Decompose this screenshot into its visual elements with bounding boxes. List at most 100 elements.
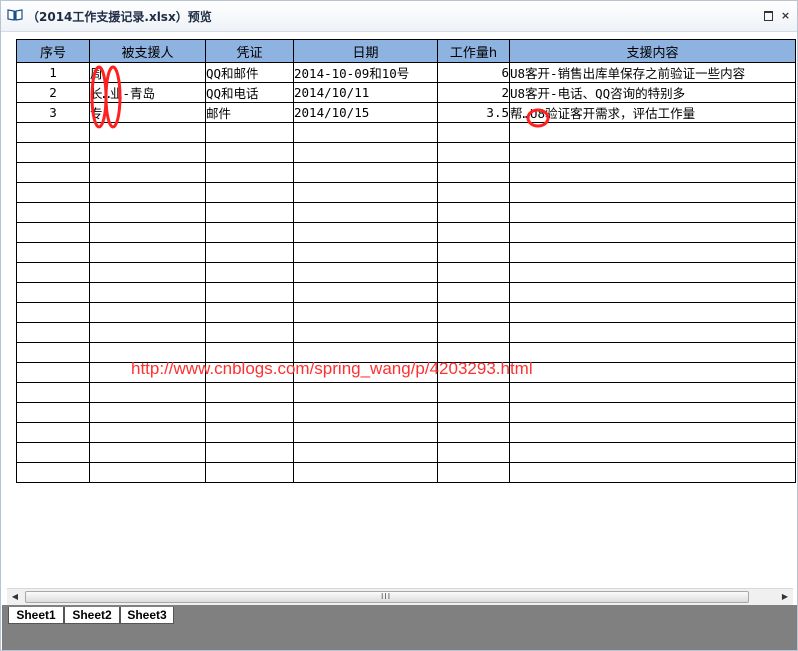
cell-index[interactable] (16, 282, 90, 303)
cell-content[interactable]: U8客开-电话、QQ咨询的特别多 (509, 82, 796, 103)
cell-person[interactable] (89, 142, 206, 163)
cell-date[interactable] (293, 302, 438, 323)
cell-date[interactable] (293, 142, 438, 163)
cell-index[interactable] (16, 322, 90, 343)
col-header-date[interactable]: 日期 (293, 39, 438, 63)
cell-content[interactable] (509, 382, 796, 403)
cell-index[interactable] (16, 182, 90, 203)
cell-date[interactable] (293, 442, 438, 463)
cell-person[interactable] (89, 382, 206, 403)
cell-content[interactable] (509, 182, 796, 203)
cell-person[interactable] (89, 322, 206, 343)
cell-date[interactable] (293, 382, 438, 403)
cell-date[interactable] (293, 122, 438, 143)
cell-date[interactable] (293, 402, 438, 423)
cell-content[interactable] (509, 462, 796, 483)
cell-date[interactable] (293, 322, 438, 343)
cell-content[interactable] (509, 162, 796, 183)
cell-evidence[interactable] (205, 182, 294, 203)
cell-date[interactable] (293, 222, 438, 243)
cell-evidence[interactable] (205, 462, 294, 483)
cell-hours[interactable] (437, 262, 510, 283)
cell-index[interactable] (16, 162, 90, 183)
cell-person[interactable] (89, 162, 206, 183)
cell-evidence[interactable]: QQ和电话 (205, 82, 294, 103)
cell-evidence[interactable]: 邮件 (205, 102, 294, 123)
cell-evidence[interactable] (205, 142, 294, 163)
cell-evidence[interactable] (205, 242, 294, 263)
cell-hours[interactable] (437, 442, 510, 463)
cell-hours[interactable]: 2 (437, 82, 510, 103)
cell-content[interactable] (509, 242, 796, 263)
col-header-person[interactable]: 被支援人 (89, 39, 206, 63)
cell-date[interactable] (293, 242, 438, 263)
cell-hours[interactable]: 3.5 (437, 102, 510, 123)
cell-person[interactable] (89, 422, 206, 443)
cell-content[interactable] (509, 302, 796, 323)
cell-date[interactable] (293, 422, 438, 443)
cell-person[interactable] (89, 242, 206, 263)
cell-hours[interactable] (437, 462, 510, 483)
cell-evidence[interactable] (205, 322, 294, 343)
sheet-area[interactable]: 序号 被支援人 凭证 日期 工作量h 支援内容 1 周 QQ和邮件 2014-1… (2, 32, 796, 588)
cell-evidence[interactable] (205, 422, 294, 443)
cell-content[interactable] (509, 262, 796, 283)
cell-evidence[interactable] (205, 122, 294, 143)
cell-evidence[interactable] (205, 202, 294, 223)
cell-evidence[interactable] (205, 382, 294, 403)
cell-person[interactable] (89, 262, 206, 283)
close-button[interactable]: × (780, 10, 791, 21)
cell-person[interactable] (89, 302, 206, 323)
horizontal-scrollbar[interactable]: ◀ III ▶ (7, 588, 793, 605)
cell-hours[interactable] (437, 142, 510, 163)
cell-evidence[interactable] (205, 442, 294, 463)
cell-hours[interactable] (437, 382, 510, 403)
cell-hours[interactable] (437, 122, 510, 143)
cell-content[interactable] (509, 422, 796, 443)
cell-index[interactable] (16, 142, 90, 163)
cell-hours[interactable] (437, 182, 510, 203)
cell-content[interactable]: 帮…U8验证客开需求，评估工作量 (509, 102, 796, 123)
cell-index[interactable] (16, 302, 90, 323)
cell-hours[interactable] (437, 302, 510, 323)
cell-evidence[interactable] (205, 262, 294, 283)
cell-hours[interactable] (437, 202, 510, 223)
cell-index[interactable] (16, 462, 90, 483)
scrollbar-thumb[interactable]: III (25, 591, 749, 603)
tab-sheet1[interactable]: Sheet1 (8, 607, 64, 624)
col-header-evidence[interactable]: 凭证 (205, 39, 294, 63)
cell-date[interactable]: 2014/10/11 (293, 82, 438, 103)
cell-evidence[interactable] (205, 162, 294, 183)
cell-date[interactable] (293, 282, 438, 303)
col-header-content[interactable]: 支援内容 (509, 39, 796, 63)
cell-person[interactable] (89, 402, 206, 423)
cell-index[interactable]: 3 (16, 102, 90, 123)
col-header-hours[interactable]: 工作量h (437, 39, 510, 63)
title-bar[interactable]: （2014工作支援记录.xlsx）预览 × (1, 1, 797, 32)
cell-content[interactable] (509, 282, 796, 303)
cell-date[interactable] (293, 462, 438, 483)
col-header-index[interactable]: 序号 (16, 39, 90, 63)
cell-evidence[interactable] (205, 402, 294, 423)
cell-index[interactable] (16, 242, 90, 263)
cell-hours[interactable] (437, 282, 510, 303)
cell-content[interactable] (509, 122, 796, 143)
cell-hours[interactable] (437, 222, 510, 243)
cell-hours[interactable] (437, 162, 510, 183)
cell-index[interactable] (16, 362, 90, 383)
cell-evidence[interactable]: QQ和邮件 (205, 62, 294, 83)
cell-date[interactable] (293, 262, 438, 283)
cell-person[interactable]: 周 (89, 62, 206, 83)
cell-index[interactable] (16, 262, 90, 283)
cell-person[interactable] (89, 282, 206, 303)
cell-hours[interactable] (437, 422, 510, 443)
cell-person[interactable] (89, 202, 206, 223)
cell-index[interactable] (16, 402, 90, 423)
cell-person[interactable] (89, 462, 206, 483)
cell-index[interactable] (16, 442, 90, 463)
cell-index[interactable] (16, 342, 90, 363)
cell-date[interactable] (293, 182, 438, 203)
cell-date[interactable]: 2014/10/15 (293, 102, 438, 123)
maximize-button[interactable] (763, 10, 774, 21)
cell-content[interactable] (509, 142, 796, 163)
